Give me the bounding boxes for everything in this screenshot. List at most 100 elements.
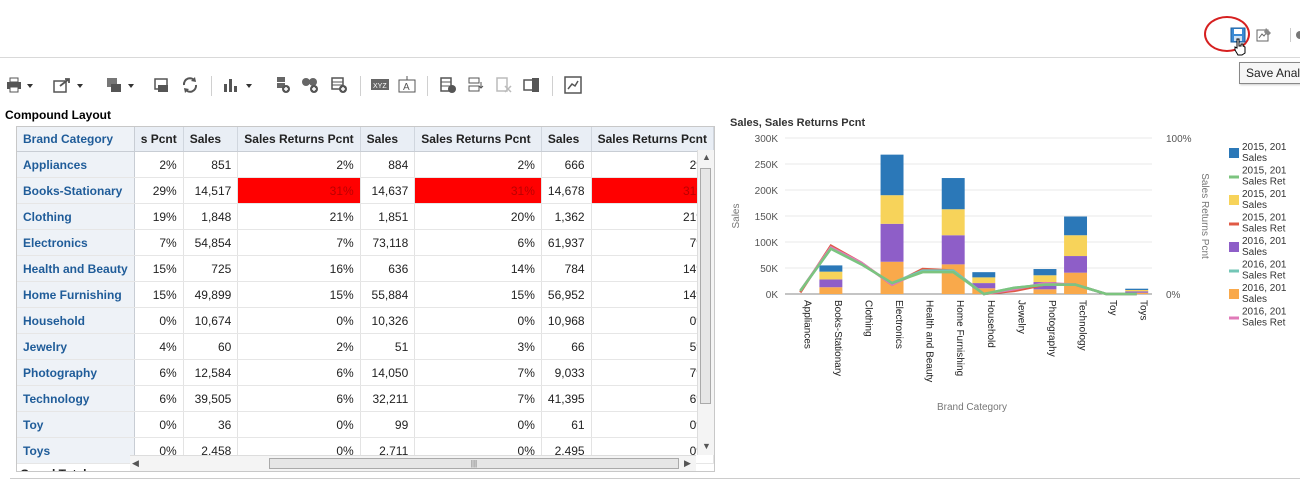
refresh-icon[interactable] (181, 76, 199, 94)
table-cell: 2% (237, 333, 361, 360)
x-tick-label: Health and Beauty (924, 300, 935, 382)
xyz-icon[interactable]: XYZ (370, 76, 390, 94)
table-cell: 7% (237, 229, 361, 256)
legend-swatch (1229, 242, 1239, 252)
table-cell: 39,505 (183, 385, 239, 412)
bar-segment (880, 195, 904, 224)
delivery-icon[interactable] (106, 76, 138, 94)
column-header[interactable]: Sales Returns Pcnt (414, 127, 542, 152)
table-cell: 73,118 (360, 229, 416, 256)
row-header-category[interactable]: Household (17, 307, 135, 334)
column-header-brand-category[interactable]: Brand Category (17, 127, 135, 152)
table-cell: 14,050 (360, 359, 416, 386)
legend-label: Sales Ret (1242, 224, 1286, 235)
table-cell: 0% (591, 411, 714, 438)
horizontal-scroll-thumb[interactable]: ||| (269, 458, 679, 469)
print-preview-icon[interactable] (153, 76, 171, 94)
row-header-category[interactable]: Clothing (17, 203, 135, 230)
y-tick-label: 0K (766, 290, 779, 301)
chart-properties-icon[interactable] (564, 76, 582, 94)
delete-row-icon[interactable] (495, 76, 513, 94)
row-header-category[interactable]: Home Furnishing (17, 281, 135, 308)
table-cell: 851 (183, 151, 239, 178)
row-header-category[interactable]: Photography (17, 359, 135, 386)
column-header[interactable]: Sales (541, 127, 592, 152)
column-header[interactable]: Sales Returns Pcnt (237, 127, 361, 152)
add-calc-icon[interactable] (330, 76, 348, 94)
row-header-category[interactable]: Toys (17, 437, 135, 464)
bar-segment (941, 178, 965, 210)
table-cell: 7% (591, 359, 714, 386)
bar-segment (1064, 256, 1088, 273)
row-header-category[interactable]: Appliances (17, 151, 135, 178)
x-tick-label: Jewelry (1015, 300, 1026, 334)
bar-segment (1064, 216, 1088, 236)
scroll-down-icon[interactable]: ▼ (702, 441, 711, 451)
table-cell: 666 (541, 151, 592, 178)
table-cell: 784 (541, 255, 592, 282)
scroll-up-icon[interactable]: ▲ (702, 152, 711, 162)
row-header-category[interactable]: Technology (17, 385, 135, 412)
row-header-category[interactable]: Health and Beauty (17, 255, 135, 282)
text-box-icon[interactable]: A (398, 76, 416, 94)
table-cell: 2% (414, 151, 542, 178)
legend-label: Sales (1242, 247, 1267, 258)
column-header[interactable]: Sales (360, 127, 416, 152)
table-cell: 61,937 (541, 229, 592, 256)
x-tick-label: Appliances (801, 300, 812, 349)
column-header[interactable]: Sales (183, 127, 239, 152)
vertical-scroll-thumb[interactable] (700, 168, 711, 404)
merge-icon[interactable] (467, 76, 485, 94)
horizontal-scrollbar[interactable]: ◀ ||| ▶ (130, 455, 696, 471)
table-cell: 56,952 (541, 281, 592, 308)
table-cell: 15% (134, 255, 184, 282)
row-header-category[interactable]: Jewelry (17, 333, 135, 360)
vertical-scrollbar[interactable]: ▲ ▼ (697, 150, 714, 455)
swap-icon[interactable] (523, 76, 541, 94)
row-header-category[interactable]: Toy (17, 411, 135, 438)
add-group-icon[interactable] (301, 76, 321, 94)
table-cell: 31% (591, 177, 714, 204)
sales-chart: Sales, Sales Returns Pcnt 0K 50K 100K 150K 20… (730, 118, 1287, 413)
bar-segment (972, 277, 996, 284)
legend-label: Sales Ret (1242, 318, 1286, 329)
chart-type-icon[interactable] (222, 76, 256, 94)
bar-segment (880, 223, 904, 262)
table-cell: 51 (360, 333, 416, 360)
row-header-category[interactable]: Electronics (17, 229, 135, 256)
table-cell: 725 (183, 255, 239, 282)
column-header[interactable]: s Pcnt (134, 127, 184, 152)
table-cell: 7% (134, 229, 184, 256)
legend-swatch (1229, 195, 1239, 205)
insert-row-icon[interactable] (439, 76, 457, 94)
legend-label: 2016, 201 (1242, 260, 1287, 271)
table-row: Appliances2%8512%8842%6662% (17, 151, 714, 178)
y-tick-label: 50K (760, 264, 778, 275)
add-column-icon[interactable] (274, 76, 292, 94)
legend-label: 2016, 201 (1242, 307, 1287, 318)
table-cell: 0% (414, 411, 542, 438)
table-cell: 20% (414, 203, 542, 230)
table-cell: 14,517 (183, 177, 239, 204)
column-header[interactable]: Sales Returns Pcnt (591, 127, 714, 152)
table-row: Jewelry4%602%513%665% (17, 333, 714, 360)
table-row: Books-Stationary 29% 14,517 31% 14,637 31% 14,… (17, 177, 714, 204)
table-cell: 15% (134, 281, 184, 308)
row-header-category[interactable]: Books-Stationary (17, 177, 135, 204)
more-icon[interactable] (1290, 28, 1300, 42)
toolbar: XYZ A (0, 68, 1300, 102)
bar-segment (1125, 289, 1149, 292)
x-tick-label: Clothing (862, 300, 873, 337)
table-cell: 0% (237, 411, 361, 438)
print-icon[interactable] (6, 76, 34, 94)
table-row: Home Furnishing 15% 49,899 15% 55,884 15% 56,9… (17, 281, 714, 308)
legend-label: 2015, 201 (1242, 166, 1287, 177)
scroll-right-icon[interactable]: ▶ (684, 458, 691, 469)
scroll-left-icon[interactable]: ◀ (132, 458, 139, 469)
table-cell: 2% (591, 151, 714, 178)
table-cell: 54,854 (183, 229, 239, 256)
table-cell: 1,851 (360, 203, 416, 230)
properties-icon[interactable] (1256, 27, 1272, 48)
export-icon[interactable] (53, 76, 87, 94)
legend-label: Sales (1242, 153, 1267, 164)
